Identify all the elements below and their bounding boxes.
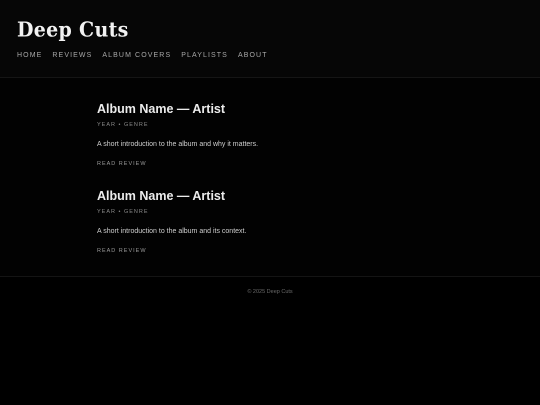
main-content: Album Name — Artist YEAR • GENRE A short… xyxy=(0,78,540,277)
nav-item-album-covers[interactable]: ALBUM COVERS xyxy=(102,52,171,59)
copyright-text: © 2025 Deep Cuts xyxy=(247,289,293,295)
site-logo[interactable]: Deep Cuts xyxy=(17,18,129,42)
review-post: Album Name — Artist YEAR • GENRE A short… xyxy=(97,189,457,257)
nav-item-reviews[interactable]: REVIEWS xyxy=(52,52,92,59)
nav-item-home[interactable]: HOME xyxy=(17,52,42,59)
nav-item-playlists[interactable]: PLAYLISTS xyxy=(181,52,228,59)
review-post: Album Name — Artist YEAR • GENRE A short… xyxy=(97,102,457,170)
post-title[interactable]: Album Name — Artist xyxy=(97,102,457,116)
read-review-link[interactable]: READ REVIEW xyxy=(97,161,147,168)
site-header: Deep Cuts HOME REVIEWS ALBUM COVERS PLAY… xyxy=(0,0,540,78)
post-excerpt: A short introduction to the album and it… xyxy=(97,228,247,235)
post-excerpt: A short introduction to the album and wh… xyxy=(97,141,259,148)
post-meta: YEAR • GENRE xyxy=(97,209,149,215)
nav-item-about[interactable]: ABOUT xyxy=(238,52,268,59)
post-title[interactable]: Album Name — Artist xyxy=(97,189,457,203)
main-nav: HOME REVIEWS ALBUM COVERS PLAYLISTS ABOU… xyxy=(17,52,268,59)
post-meta: YEAR • GENRE xyxy=(97,122,149,128)
site-footer: © 2025 Deep Cuts xyxy=(0,277,540,405)
read-review-link[interactable]: READ REVIEW xyxy=(97,248,147,255)
